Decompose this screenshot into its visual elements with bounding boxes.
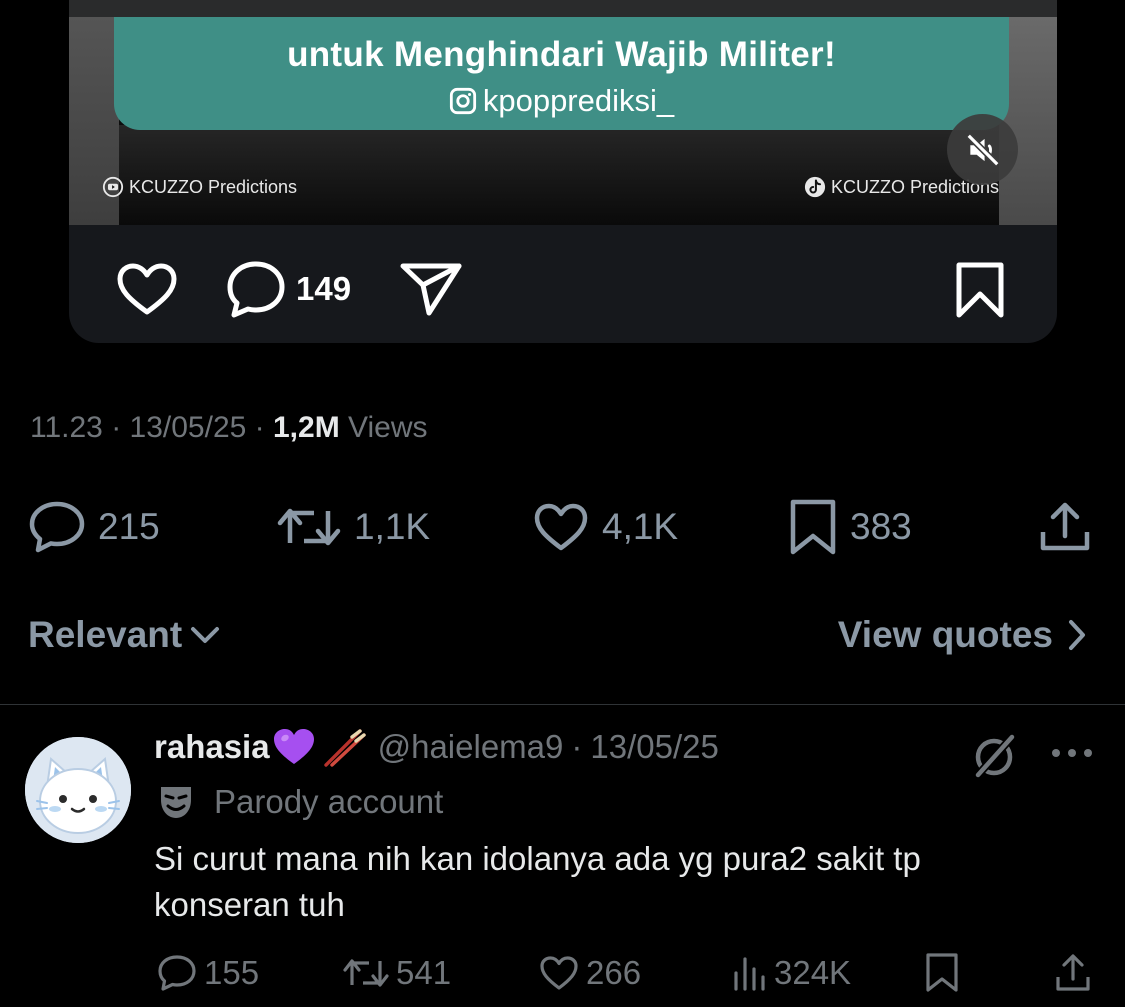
like-count: 4,1K [602, 506, 679, 547]
tiktok-icon [804, 176, 826, 198]
media-like-button[interactable] [115, 261, 179, 317]
like-button[interactable]: 4,1K [532, 497, 678, 557]
bookmark-icon [956, 262, 1004, 318]
instagram-icon [449, 87, 476, 115]
bookmark-icon [790, 499, 836, 555]
embedded-media-card[interactable]: untuk Menghindari Wajib Militer! kpoppre… [69, 0, 1057, 343]
paper-plane-icon [400, 263, 462, 316]
mute-button[interactable] [947, 114, 1018, 185]
reply-repost-count: 541 [396, 953, 452, 991]
view-quotes-link[interactable]: View quotes [838, 614, 1087, 656]
bookmark-icon [926, 952, 958, 992]
parody-account-badge: Parody account [156, 782, 443, 822]
media-comment-button[interactable]: 149 [224, 258, 351, 320]
chevron-right-icon [1069, 620, 1085, 650]
theater-mask-icon [161, 787, 191, 818]
reply-bubble-icon [29, 501, 85, 553]
repost-icon [277, 508, 341, 546]
youtube-icon [102, 176, 124, 198]
media-action-bar: 149 [69, 225, 1057, 343]
parody-account-label: Parody account [214, 783, 444, 820]
reply-button[interactable]: 215 [28, 497, 160, 557]
repost-button[interactable]: 1,1K [276, 497, 430, 557]
sort-relevant-dropdown[interactable]: Relevant [28, 614, 220, 656]
purple-heart-icon [272, 727, 316, 767]
media-save-button[interactable] [953, 261, 1007, 319]
heart-icon [540, 955, 578, 990]
video-caption-banner: untuk Menghindari Wajib Militer! kpoppre… [114, 17, 1009, 130]
reply-text: Si curut mana nih kan idolanya ada yg pu… [154, 840, 921, 923]
chevron-down-icon [191, 627, 220, 643]
media-comment-count: 149 [296, 270, 352, 307]
avatar[interactable] [25, 737, 131, 843]
tweet-date[interactable]: 13/05/25 [130, 411, 247, 444]
reply-share-button[interactable] [1054, 945, 1092, 1000]
video-player[interactable]: untuk Menghindari Wajib Militer! kpoppre… [69, 0, 1057, 225]
chopsticks-icon [322, 727, 366, 767]
reply-action-bar: 155 541 266 324K [0, 945, 1125, 1000]
bookmark-count: 383 [850, 506, 912, 547]
more-options-button[interactable] [1050, 741, 1094, 770]
share-button[interactable] [1038, 497, 1092, 557]
media-share-button[interactable] [399, 261, 463, 317]
reply-bubble-icon [158, 954, 196, 991]
sort-relevant-label: Relevant [28, 614, 183, 655]
tweet-engagement-bar: 215 1,1K 4,1K 383 [0, 497, 1125, 557]
reply-header: rahasia @haielema9 · 13/05/25 [154, 727, 719, 767]
reply-repost-button[interactable]: 541 [342, 945, 451, 1000]
tweet-time[interactable]: 11.23 [30, 411, 103, 444]
watermark-youtube: KCUZZO Predictions [102, 176, 297, 198]
tweet-views-count: 1,2M [272, 411, 340, 444]
share-upload-icon [1040, 502, 1090, 551]
reply-count: 215 [98, 506, 160, 547]
tweet-timestamp-line: 11.23 · 13/05/25 · 1,2M Views [30, 411, 428, 444]
tweet-views-label: Views [348, 411, 428, 444]
replies-sort-bar: Relevant View quotes [0, 612, 1125, 664]
reply-reply-count: 155 [204, 953, 260, 991]
comment-bubble-icon [227, 261, 285, 318]
reply-like-count: 266 [586, 953, 642, 991]
bookmark-button[interactable]: 383 [788, 497, 912, 557]
muted-speaker-icon [966, 133, 999, 166]
reply-views-button[interactable]: 324K [732, 945, 851, 1000]
repost-icon [343, 958, 389, 987]
heart-icon [534, 503, 588, 551]
video-background-shade [119, 125, 999, 225]
reply-bookmark-button[interactable] [924, 945, 960, 1000]
analytics-bars-icon [734, 956, 765, 991]
white-cat-avatar-icon [25, 737, 131, 843]
reply-like-button[interactable]: 266 [538, 945, 641, 1000]
video-top-strip [69, 0, 1057, 17]
watermark-left-text: KCUZZO Predictions [129, 176, 298, 197]
reply-reply-button[interactable]: 155 [156, 945, 259, 1000]
section-divider [0, 704, 1125, 705]
more-icon [1052, 749, 1092, 757]
share-upload-icon [1056, 953, 1090, 991]
reply-handle[interactable]: @haielema9 [378, 728, 564, 766]
video-caption-handle: kpopprediksi_ [114, 83, 1009, 119]
grok-button[interactable] [970, 731, 1020, 786]
video-caption-text: untuk Menghindari Wajib Militer! [287, 35, 836, 74]
grok-icon [974, 733, 1016, 779]
repost-count: 1,1K [354, 506, 431, 547]
reply-date[interactable]: 13/05/25 [590, 728, 718, 766]
reply-views-count: 324K [774, 953, 852, 991]
view-quotes-label: View quotes [837, 614, 1053, 655]
heart-icon [117, 263, 177, 315]
reply-display-name[interactable]: rahasia [154, 728, 270, 766]
instagram-handle: kpopprediksi_ [482, 83, 675, 118]
